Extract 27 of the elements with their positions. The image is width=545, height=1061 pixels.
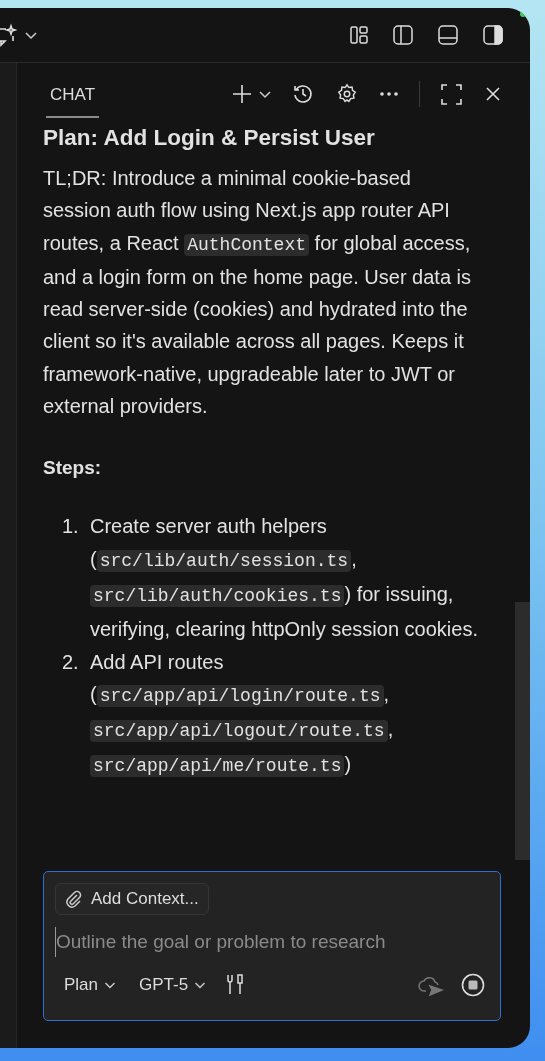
settings-icon[interactable] [336,83,358,105]
steps-heading: Steps: [43,456,103,481]
panel-bottom-icon[interactable] [437,24,459,46]
sidebar-left-icon[interactable] [392,24,414,46]
layout-icon[interactable] [349,25,369,45]
step-text: Create server auth helpers (src/lib/auth/session.ts, src/lib/auth/cookies.ts) for issuing, verifying, clearing httpOnly session cookies. [90,514,479,642]
sparkle-chat-icon[interactable] [0,23,18,47]
mode-dropdown[interactable]: Plan [55,971,126,999]
chat-tab[interactable]: CHAT [46,71,99,119]
close-icon[interactable] [486,87,500,101]
sidebar-right-icon[interactable] [482,24,504,46]
step-text: Add API routes (src/app/api/login/route.ts, src/app/api/logout/route.ts, src/app/api/me/route.ts) [90,649,395,779]
summary-paragraph: TL;DR: Introduce a minimal cookie-based session auth flow using Next.js app router API routes, a React AuthContext for global access, and a login form on the home page. User data is read server-side (cookies) and hydrated into the client so it's available across all pages. Keeps it framework-native, upgradeable later to JWT or external providers. [43,166,473,420]
add-context-button[interactable]: Add Context... [55,883,209,915]
cloud-send-icon[interactable] [418,974,444,996]
plan-title: Plan: Add Login & Persist User [43,125,376,152]
step-number: 1. [62,514,80,540]
step-number: 2. [62,649,80,675]
stop-icon[interactable] [461,973,485,997]
history-icon[interactable] [292,83,314,105]
model-dropdown[interactable]: GPT-5 [133,971,213,999]
plus-icon[interactable] [231,83,253,105]
fullscreen-icon[interactable] [441,83,462,105]
scrollbar[interactable] [515,602,530,860]
prompt-field[interactable]: Outline the goal or problem to research [55,927,489,957]
paperclip-icon [65,890,83,908]
more-icon[interactable] [379,91,399,97]
